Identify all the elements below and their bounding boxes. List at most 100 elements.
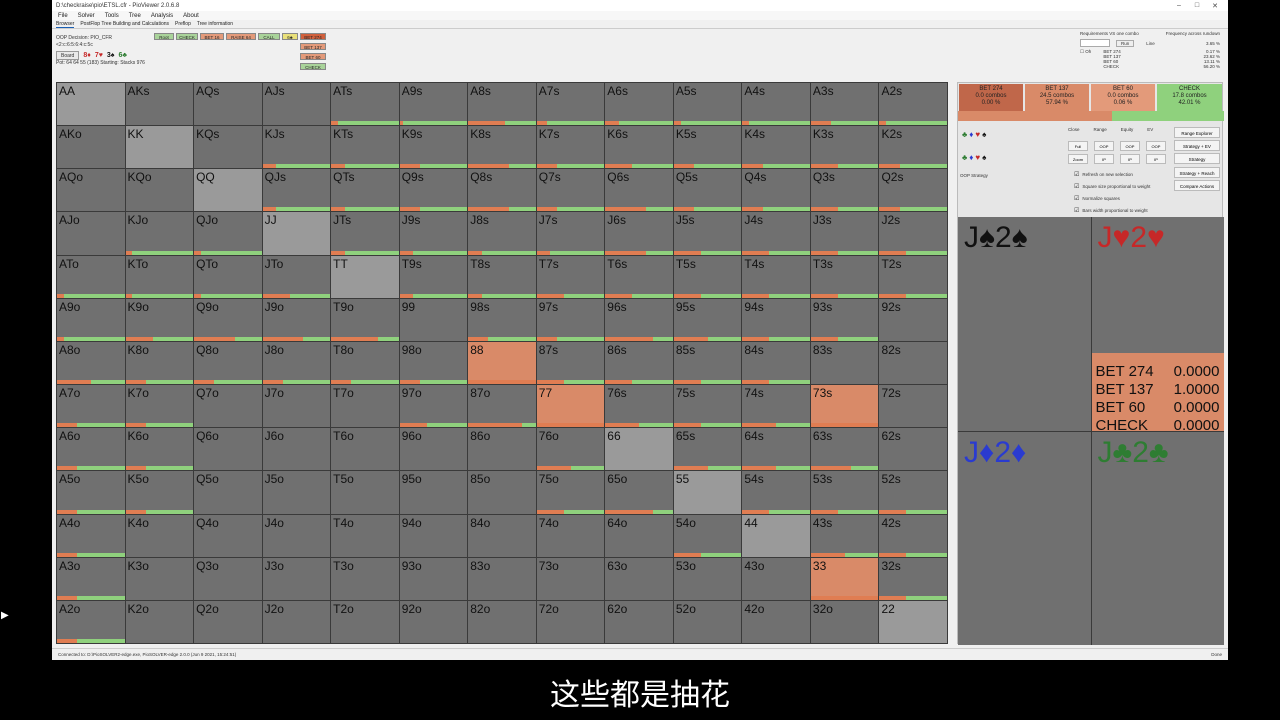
hand-cell[interactable]: K8s bbox=[468, 126, 536, 169]
hand-cell[interactable]: AKo bbox=[57, 126, 125, 169]
combo-jd2d[interactable]: J♦2♦ bbox=[958, 431, 1091, 645]
hand-cell[interactable]: 53o bbox=[673, 557, 742, 600]
hand-cell[interactable]: 72o bbox=[536, 600, 605, 643]
hand-cell[interactable]: T8o bbox=[331, 341, 399, 385]
hand-cell[interactable]: J9s bbox=[399, 212, 468, 255]
hand-cell[interactable]: 75o bbox=[536, 471, 605, 514]
range-explorer-button[interactable]: Range Explorer bbox=[1174, 127, 1220, 138]
hand-cell[interactable]: 76o bbox=[536, 428, 605, 471]
hand-cell[interactable]: QQ bbox=[194, 169, 262, 212]
hand-cell[interactable]: 92o bbox=[399, 600, 468, 643]
square-size-checkbox[interactable]: Square size proportional to weight bbox=[1074, 181, 1150, 193]
hand-cell[interactable]: K7o bbox=[125, 385, 194, 428]
hand-cell[interactable]: Q4s bbox=[742, 169, 810, 212]
hand-cell[interactable]: JTs bbox=[331, 212, 399, 255]
action-root[interactable]: Root bbox=[154, 33, 174, 40]
hand-cell[interactable]: QJs bbox=[262, 169, 331, 212]
hand-cell[interactable]: 44 bbox=[742, 514, 810, 557]
hand-cell[interactable]: J8o bbox=[262, 341, 331, 385]
hand-cell[interactable]: T6s bbox=[605, 255, 673, 298]
hand-cell[interactable]: T7o bbox=[331, 385, 399, 428]
hand-cell[interactable]: A2o bbox=[57, 600, 125, 643]
hand-cell[interactable]: Q6s bbox=[605, 169, 673, 212]
hand-cell[interactable]: 43s bbox=[810, 514, 879, 557]
hand-cell[interactable]: J7s bbox=[536, 212, 605, 255]
hand-cell[interactable]: K7s bbox=[536, 126, 605, 169]
hand-cell[interactable]: 75s bbox=[673, 385, 742, 428]
hand-cell[interactable]: J6o bbox=[262, 428, 331, 471]
hand-cell[interactable]: 65o bbox=[605, 471, 673, 514]
hand-cell[interactable]: 76s bbox=[605, 385, 673, 428]
hand-cell[interactable]: 64s bbox=[742, 428, 810, 471]
hand-cell[interactable]: 54o bbox=[673, 514, 742, 557]
hand-cell[interactable]: Q6o bbox=[194, 428, 262, 471]
hand-cell[interactable]: A8o bbox=[57, 341, 125, 385]
menu-about[interactable]: About bbox=[183, 13, 199, 19]
hand-cell[interactable]: 64o bbox=[605, 514, 673, 557]
hand-cell[interactable]: 87o bbox=[468, 385, 536, 428]
hand-cell[interactable]: Q2o bbox=[194, 600, 262, 643]
action-bet-16[interactable]: BET 16 bbox=[200, 33, 224, 40]
hand-cell[interactable]: 93s bbox=[810, 298, 879, 341]
hand-cell[interactable]: 55 bbox=[673, 471, 742, 514]
full-button[interactable]: Full bbox=[1068, 141, 1088, 151]
hand-cell[interactable]: A8s bbox=[468, 83, 536, 126]
hand-cell[interactable]: A7s bbox=[536, 83, 605, 126]
hand-cell[interactable]: AA bbox=[57, 83, 125, 126]
hand-cell[interactable]: 54s bbox=[742, 471, 810, 514]
hand-cell[interactable]: K5s bbox=[673, 126, 742, 169]
hand-cell[interactable]: J4s bbox=[742, 212, 810, 255]
hand-cell[interactable]: AJs bbox=[262, 83, 331, 126]
tab-tree-information[interactable]: Tree information bbox=[197, 21, 233, 27]
ev-oop-button[interactable]: OOP bbox=[1146, 141, 1166, 151]
hand-cell[interactable]: 93o bbox=[399, 557, 468, 600]
hand-cell[interactable]: 63o bbox=[605, 557, 673, 600]
hand-cell[interactable]: T6o bbox=[331, 428, 399, 471]
hand-cell[interactable]: KJo bbox=[125, 212, 194, 255]
hand-cell[interactable]: Q7o bbox=[194, 385, 262, 428]
hand-cell[interactable]: J4o bbox=[262, 514, 331, 557]
hand-cell[interactable]: 98o bbox=[399, 341, 468, 385]
action-raise-64[interactable]: RAISE 64 bbox=[226, 33, 256, 40]
hand-cell[interactable]: A4s bbox=[742, 83, 810, 126]
hand-cell[interactable]: 95s bbox=[673, 298, 742, 341]
normalize-checkbox[interactable]: Normalize squares bbox=[1074, 193, 1150, 205]
hand-cell[interactable]: 84o bbox=[468, 514, 536, 557]
hand-cell[interactable]: 65s bbox=[673, 428, 742, 471]
hand-cell[interactable]: K6s bbox=[605, 126, 673, 169]
hand-cell[interactable]: Q7s bbox=[536, 169, 605, 212]
hand-cell[interactable]: 62o bbox=[605, 600, 673, 643]
hand-cell[interactable]: 32s bbox=[879, 557, 947, 600]
hand-cell[interactable]: 82o bbox=[468, 600, 536, 643]
hand-cell[interactable]: 94s bbox=[742, 298, 810, 341]
hand-cell[interactable]: KQs bbox=[194, 126, 262, 169]
hand-cell[interactable]: A6s bbox=[605, 83, 673, 126]
hand-cell[interactable]: K4o bbox=[125, 514, 194, 557]
hand-cell[interactable]: A9o bbox=[57, 298, 125, 341]
hand-cell[interactable]: A4o bbox=[57, 514, 125, 557]
range-oop-button[interactable]: OOP bbox=[1094, 141, 1114, 151]
hand-cell[interactable]: J5o bbox=[262, 471, 331, 514]
summary-bet-137[interactable]: BET 137 24.5 combos 57.94 % bbox=[1025, 84, 1089, 111]
hand-cell[interactable]: JTo bbox=[262, 255, 331, 298]
ev-ip-button[interactable]: IP bbox=[1146, 154, 1166, 164]
hand-cell[interactable]: T5s bbox=[673, 255, 742, 298]
hand-cell[interactable]: Q9o bbox=[194, 298, 262, 341]
hand-cell[interactable]: 72s bbox=[879, 385, 947, 428]
hand-cell[interactable]: A5s bbox=[673, 83, 742, 126]
summary-check[interactable]: CHECK 17.8 combos 42.01 % bbox=[1157, 84, 1222, 111]
hand-cell[interactable]: 52o bbox=[673, 600, 742, 643]
hand-cell[interactable]: Q4o bbox=[194, 514, 262, 557]
hand-cell[interactable]: 73s bbox=[810, 385, 879, 428]
hand-cell[interactable]: QTo bbox=[194, 255, 262, 298]
hand-cell[interactable]: KQo bbox=[125, 169, 194, 212]
hand-cell[interactable]: K3o bbox=[125, 557, 194, 600]
hand-cell[interactable]: T7s bbox=[536, 255, 605, 298]
hand-cell[interactable]: A5o bbox=[57, 471, 125, 514]
hand-cell[interactable]: J3s bbox=[810, 212, 879, 255]
combo-jh2h[interactable]: J♥2♥ BET 274 0.0000 BET 137 1.0000 BET 60 0… bbox=[1091, 217, 1224, 434]
menu-solver[interactable]: Solver bbox=[78, 13, 95, 19]
hand-cell[interactable]: 84s bbox=[742, 341, 810, 385]
refresh-checkbox[interactable]: Refresh on new selection bbox=[1074, 169, 1150, 181]
hand-cell[interactable]: J7o bbox=[262, 385, 331, 428]
